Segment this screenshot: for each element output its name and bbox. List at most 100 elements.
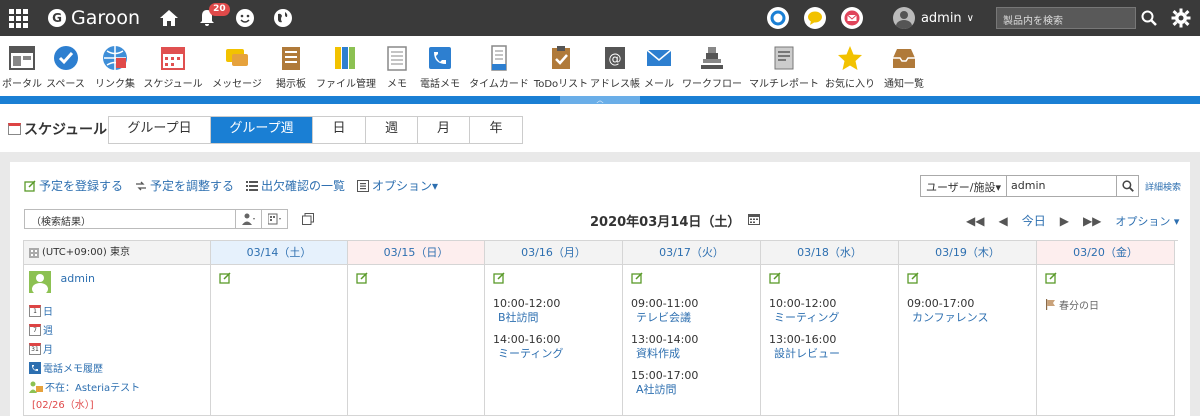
user-month-link[interactable]: 31 月 (29, 339, 205, 358)
schedule-event[interactable]: 13:00-14:00 資料作成 (631, 333, 752, 361)
app-schedule[interactable]: スケジュール (141, 36, 205, 96)
day-cell[interactable]: 春分の日 (1037, 265, 1175, 416)
app-link[interactable]: リンク集 (89, 36, 141, 96)
day-cell[interactable]: 10:00-12:00 B社訪問 14:00-16:00 ミーティング (485, 265, 623, 416)
app-notification-list[interactable]: 通知一覧 (879, 36, 929, 96)
garoon-logo[interactable]: G Garoon (48, 7, 140, 29)
tab-group-day[interactable]: グループ日 (109, 117, 211, 143)
calendar-picker-button[interactable] (748, 213, 761, 229)
prev-week-button[interactable]: ◀◀ (966, 214, 984, 228)
schedule-event[interactable]: 10:00-12:00 B社訪問 (493, 297, 614, 325)
add-schedule-button[interactable] (907, 272, 1028, 287)
event-title-link[interactable]: 資料作成 (631, 347, 680, 360)
day-header[interactable]: 03/15（日） (348, 241, 485, 265)
page-title: スケジュール (8, 119, 107, 139)
app-mail[interactable]: メール (641, 36, 677, 96)
app-report[interactable]: マルチレポート (747, 36, 821, 96)
day-header[interactable]: 03/16（月） (485, 241, 623, 265)
event-title-link[interactable]: カンファレンス (907, 311, 988, 324)
adjust-schedule-link[interactable]: 予定を調整する (135, 177, 234, 194)
schedule-event[interactable]: 09:00-11:00 テレビ会議 (631, 297, 752, 325)
phone-memo-history-link[interactable]: 電話メモ履歴 (29, 358, 205, 377)
globe-button[interactable] (270, 5, 296, 31)
collapse-app-bar-button[interactable]: ︿ (560, 96, 640, 104)
app-message[interactable]: メッセージ (205, 36, 269, 96)
tab-year[interactable]: 年 (470, 117, 522, 143)
event-title-link[interactable]: テレビ会議 (631, 311, 691, 324)
app-timecard[interactable]: タイムカード (465, 36, 533, 96)
event-title-link[interactable]: 設計レビュー (769, 347, 840, 360)
product-search-input[interactable]: 製品内を検索 (996, 7, 1136, 29)
event-title-link[interactable]: ミーティング (493, 347, 563, 360)
add-schedule-button[interactable] (219, 272, 339, 287)
day-cell[interactable]: 09:00-11:00 テレビ会議 13:00-14:00 資料作成 15:00-17:… (623, 265, 761, 416)
notification-button[interactable]: 20 (194, 3, 230, 31)
search-result-select[interactable]: （検索結果） (24, 209, 236, 229)
user-select-button[interactable] (236, 209, 262, 229)
facility-select-button[interactable] (262, 209, 288, 229)
today-button[interactable]: 今日 (1022, 212, 1046, 229)
nav-options-menu[interactable]: オプション ▾ (1115, 213, 1179, 229)
user-day-link[interactable]: 1日 (29, 301, 205, 320)
popup-window-button[interactable] (300, 209, 316, 229)
app-file[interactable]: ファイル管理 (313, 36, 379, 96)
tab-week[interactable]: 週 (366, 117, 418, 143)
schedule-event[interactable]: 10:00-12:00 ミーティング (769, 297, 890, 325)
schedule-event[interactable]: 14:00-16:00 ミーティング (493, 333, 614, 361)
user-search-input[interactable]: admin (1007, 175, 1118, 197)
event-title-link[interactable]: A社訪問 (631, 383, 677, 396)
add-schedule-button[interactable] (356, 272, 476, 287)
app-menu-button[interactable] (0, 0, 36, 36)
day-header[interactable]: 03/19（木） (899, 241, 1037, 265)
chat-button[interactable] (803, 7, 826, 29)
schedule-event[interactable]: 13:00-16:00 設計レビュー (769, 333, 890, 361)
app-workflow[interactable]: ワークフロー (677, 36, 747, 96)
app-memo[interactable]: メモ (379, 36, 415, 96)
prev-day-button[interactable]: ◀ (998, 214, 1007, 228)
app-address[interactable]: @ アドレス帳 (589, 36, 641, 96)
user-facility-select[interactable]: ユーザー/施設▾ (920, 175, 1008, 197)
next-day-button[interactable]: ▶ (1060, 214, 1069, 228)
app-favorite[interactable]: お気に入り (821, 36, 879, 96)
day-header[interactable]: 03/18（水） (761, 241, 899, 265)
tab-group-week[interactable]: グループ週 (211, 117, 313, 143)
absence-link[interactable]: 不在：Asteriaテスト (29, 377, 205, 396)
status-button-blue[interactable] (766, 7, 789, 29)
options-menu[interactable]: オプション▾ (357, 177, 438, 194)
advanced-search-link[interactable]: 詳細検索 (1145, 180, 1181, 193)
register-schedule-link[interactable]: 予定を登録する (24, 177, 123, 194)
tab-month[interactable]: 月 (418, 117, 470, 143)
schedule-event[interactable]: 09:00-17:00 カンファレンス (907, 297, 1028, 325)
schedule-event[interactable]: 15:00-17:00 A社訪問 (631, 369, 752, 397)
user-menu[interactable]: admin ∨ (892, 7, 974, 29)
mail-notify-button[interactable] (840, 7, 863, 29)
settings-button[interactable] (1166, 3, 1196, 33)
add-schedule-button[interactable] (1045, 272, 1166, 287)
user-search-button[interactable] (1117, 175, 1140, 197)
add-schedule-button[interactable] (769, 272, 890, 287)
day-cell[interactable]: 10:00-12:00 ミーティング 13:00-16:00 設計レビュー (761, 265, 899, 416)
app-space[interactable]: スペース (42, 36, 89, 96)
add-schedule-button[interactable] (493, 272, 614, 287)
day-header[interactable]: 03/17（火） (623, 241, 761, 265)
event-title-link[interactable]: B社訪問 (493, 311, 539, 324)
user-name-link[interactable]: admin (61, 272, 95, 285)
search-button[interactable] (1136, 6, 1162, 30)
app-todo[interactable]: ToDoリスト (533, 36, 589, 96)
add-schedule-button[interactable] (631, 272, 752, 287)
user-week-link[interactable]: 7週 (29, 320, 205, 339)
next-week-button[interactable]: ▶▶ (1083, 214, 1101, 228)
day-header[interactable]: 03/20（金） (1037, 241, 1175, 265)
attendance-list-link[interactable]: 出欠確認の一覧 (246, 177, 345, 194)
day-header[interactable]: 03/14（土） (211, 241, 348, 265)
app-phone-memo[interactable]: 電話メモ (415, 36, 465, 96)
day-cell[interactable] (348, 265, 485, 416)
smiley-button[interactable] (232, 5, 258, 31)
app-bulletin[interactable]: 掲示板 (269, 36, 313, 96)
tab-day[interactable]: 日 (313, 117, 366, 143)
event-title-link[interactable]: ミーティング (769, 311, 839, 324)
day-cell[interactable]: 09:00-17:00 カンファレンス (899, 265, 1037, 416)
day-cell[interactable] (211, 265, 348, 416)
app-portal[interactable]: ポータル (2, 36, 42, 96)
home-button[interactable] (156, 5, 182, 31)
